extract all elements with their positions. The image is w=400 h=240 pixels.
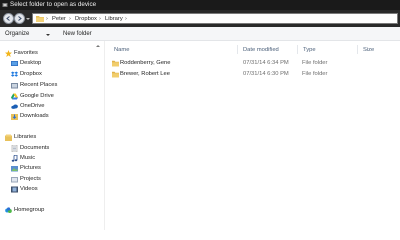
app-icon xyxy=(2,3,8,7)
nav-item-label: Pictures xyxy=(20,165,41,171)
nav-item-pictures[interactable]: Pictures xyxy=(11,165,106,173)
nav-item-recent-places[interactable]: Recent Places xyxy=(11,82,106,90)
column-divider[interactable] xyxy=(297,45,298,54)
file-type: File folder xyxy=(302,71,328,77)
title-bar: Select folder to open as device xyxy=(0,0,400,10)
breadcrumb-dropbox[interactable]: Dropbox xyxy=(75,15,97,23)
nav-item-dropbox[interactable]: Dropbox xyxy=(11,71,106,79)
homegroup-icon xyxy=(5,207,12,213)
nav-item-google-drive[interactable]: Google Drive xyxy=(11,93,106,101)
navigation-pane: Favorites Desktop Dropbox Recent Places … xyxy=(0,41,105,230)
file-name: Roddenberry, Gene xyxy=(120,60,171,66)
google-drive-icon xyxy=(11,93,18,100)
back-arrow-icon xyxy=(6,16,10,21)
folder-icon xyxy=(112,60,119,67)
address-bar-area: › Peter › Dropbox › Library › xyxy=(0,10,400,27)
pictures-icon xyxy=(11,166,18,172)
file-row[interactable]: Roddenberry, Gene 07/31/14 6:34 PM File … xyxy=(112,60,400,68)
nav-item-projects[interactable]: Projects xyxy=(11,176,106,184)
window-title: Select folder to open as device xyxy=(10,1,97,8)
column-header-size[interactable]: Size xyxy=(363,47,374,54)
column-divider[interactable] xyxy=(357,45,358,54)
nav-item-music[interactable]: Music xyxy=(11,155,106,163)
folder-icon xyxy=(112,71,119,78)
command-bar: Organize New folder xyxy=(0,27,400,41)
column-divider[interactable] xyxy=(237,45,238,54)
breadcrumb-separator[interactable]: › xyxy=(46,15,48,23)
chevron-down-icon[interactable] xyxy=(46,34,50,36)
forward-button[interactable] xyxy=(14,13,25,24)
nav-homegroup-label: Homegroup xyxy=(14,207,45,213)
onedrive-icon xyxy=(11,104,18,109)
nav-item-documents[interactable]: Documents xyxy=(11,145,106,153)
nav-item-label: Recent Places xyxy=(20,82,58,88)
recent-places-icon xyxy=(11,83,18,89)
breadcrumb-separator[interactable]: › xyxy=(99,15,101,23)
nav-favorites[interactable]: Favorites xyxy=(5,50,100,58)
nav-item-downloads[interactable]: Downloads xyxy=(11,113,106,121)
recent-locations-dropdown-icon[interactable] xyxy=(26,18,30,20)
column-header-name[interactable]: Name xyxy=(114,47,129,54)
nav-item-onedrive[interactable]: OneDrive xyxy=(11,103,106,111)
nav-item-videos[interactable]: Videos xyxy=(11,186,106,194)
column-header-date-modified[interactable]: Date modified xyxy=(243,47,279,54)
nav-libraries-label: Libraries xyxy=(14,134,37,140)
forward-arrow-icon xyxy=(18,16,22,21)
new-folder-button[interactable]: New folder xyxy=(63,30,92,38)
nav-item-label: Downloads xyxy=(20,113,49,119)
dropbox-icon xyxy=(11,71,18,77)
nav-item-label: Music xyxy=(20,155,36,161)
folder-icon xyxy=(36,16,44,22)
projects-icon xyxy=(11,177,18,183)
breadcrumb-separator[interactable]: › xyxy=(125,15,127,23)
nav-favorites-label: Favorites xyxy=(14,50,38,56)
music-icon xyxy=(11,155,18,162)
nav-item-label: Dropbox xyxy=(20,71,42,77)
address-bar[interactable]: › Peter › Dropbox › Library › xyxy=(32,13,398,24)
file-row[interactable]: Brewer, Robert Lee 07/31/14 6:30 PM File… xyxy=(112,71,400,79)
breadcrumb-library[interactable]: Library xyxy=(105,15,123,23)
nav-item-label: Documents xyxy=(20,145,50,151)
nav-libraries[interactable]: Libraries xyxy=(5,134,100,142)
file-date-modified: 07/31/14 6:30 PM xyxy=(243,71,289,77)
breadcrumb-separator[interactable]: › xyxy=(69,15,71,23)
documents-icon xyxy=(11,145,18,152)
scroll-up-arrow-icon[interactable] xyxy=(96,45,100,47)
file-name: Brewer, Robert Lee xyxy=(120,71,170,77)
libraries-icon xyxy=(5,134,12,141)
file-date-modified: 07/31/14 6:34 PM xyxy=(243,60,289,66)
breadcrumb-peter[interactable]: Peter xyxy=(52,15,66,23)
nav-item-label: Google Drive xyxy=(20,93,54,99)
videos-icon xyxy=(11,186,18,193)
nav-item-label: Desktop xyxy=(20,60,42,66)
desktop-icon xyxy=(11,61,18,66)
nav-item-label: Videos xyxy=(20,186,38,192)
file-list: Name Date modified Type Size Roddenberry… xyxy=(106,41,400,230)
nav-item-label: Projects xyxy=(20,176,41,182)
nav-item-label: OneDrive xyxy=(20,103,45,109)
file-type: File folder xyxy=(302,60,328,66)
nav-item-desktop[interactable]: Desktop xyxy=(11,60,106,68)
organize-button[interactable]: Organize xyxy=(5,30,29,38)
star-icon xyxy=(5,50,12,57)
back-button[interactable] xyxy=(3,13,14,24)
nav-homegroup[interactable]: Homegroup xyxy=(5,207,100,215)
downloads-icon xyxy=(11,114,18,120)
column-header-type[interactable]: Type xyxy=(303,47,316,54)
